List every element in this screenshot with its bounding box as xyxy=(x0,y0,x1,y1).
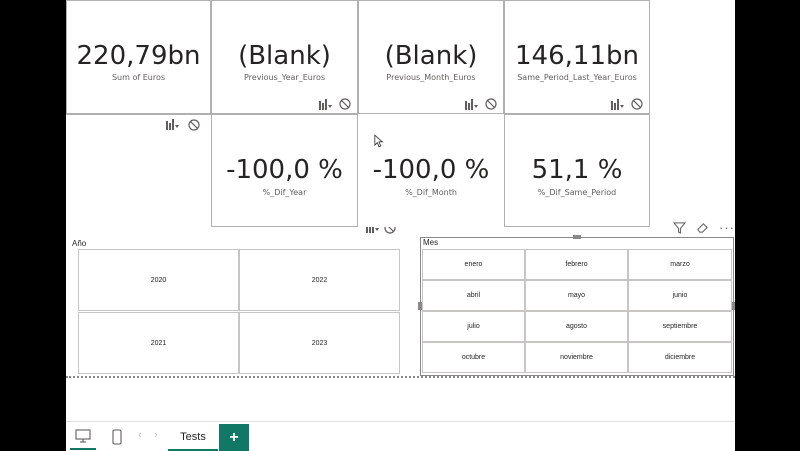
desktop-view-button[interactable] xyxy=(70,424,96,450)
year-slicer-item[interactable]: 2020 xyxy=(78,249,239,311)
card-label: %_Dif_Month xyxy=(405,188,457,197)
drill-bars-icon[interactable] xyxy=(465,98,479,110)
prev-page-button[interactable]: ‹ xyxy=(138,429,142,441)
month-slicer-item[interactable]: julio xyxy=(422,311,525,342)
card-label: Previous_Month_Euros xyxy=(386,73,476,82)
visual-header: ··· xyxy=(673,220,735,235)
month-slicer: enero febrero marzo abril mayo junio jul… xyxy=(422,249,732,373)
card-label: Sum of Euros xyxy=(111,73,166,82)
year-slicer-item[interactable]: 2023 xyxy=(239,312,400,374)
next-page-button[interactable]: › xyxy=(154,429,158,441)
add-page-button[interactable]: + xyxy=(219,424,249,451)
month-slicer-item[interactable]: octubre xyxy=(422,342,525,373)
filter-icon[interactable] xyxy=(673,221,686,234)
year-slicer: 2020 2022 2021 2023 xyxy=(78,249,400,375)
card-dif-month[interactable]: -100,0 % %_Dif_Month xyxy=(358,114,504,227)
month-slicer-item[interactable]: febrero xyxy=(525,249,628,280)
card-controls xyxy=(166,119,200,131)
desktop-view-icon xyxy=(75,429,91,443)
cursor-icon xyxy=(374,134,384,148)
no-entry-icon[interactable] xyxy=(188,119,200,131)
month-slicer-item[interactable]: enero xyxy=(422,249,525,280)
no-entry-icon[interactable] xyxy=(631,98,643,110)
eraser-icon[interactable] xyxy=(696,221,709,234)
card-value: (Blank) xyxy=(238,41,331,71)
drill-bars-icon[interactable] xyxy=(166,119,180,130)
year-slicer-item[interactable]: 2021 xyxy=(78,312,239,374)
card-value: -100,0 % xyxy=(372,155,490,185)
card-label: %_Dif_Same_Period xyxy=(537,188,617,197)
card-label: Previous_Year_Euros xyxy=(243,73,326,82)
card-divider xyxy=(66,114,211,115)
year-slicer-title: Año xyxy=(72,239,87,248)
card-value: 51,1 % xyxy=(531,155,623,185)
card-previous-month[interactable]: (Blank) Previous_Month_Euros xyxy=(358,0,504,114)
card-label: Same_Period_Last_Year_Euros xyxy=(517,73,637,82)
card-value: (Blank) xyxy=(384,41,478,71)
month-slicer-item[interactable]: mayo xyxy=(525,280,628,311)
mobile-view-button[interactable] xyxy=(106,424,128,450)
card-dif-year[interactable]: -100,0 % %_Dif_Year xyxy=(211,114,358,227)
page-tab-bar: ‹ › Tests + xyxy=(66,421,735,451)
mobile-view-icon xyxy=(112,429,122,445)
no-entry-icon[interactable] xyxy=(485,98,497,110)
card-sum-euros[interactable]: 220,79bn Sum of Euros xyxy=(66,0,211,114)
month-slicer-item[interactable]: abril xyxy=(422,280,525,311)
drill-bars-icon[interactable] xyxy=(611,98,625,110)
month-slicer-item[interactable]: diciembre xyxy=(628,342,732,373)
month-slicer-title: Mes xyxy=(423,238,439,247)
no-entry-icon[interactable] xyxy=(339,98,351,110)
page-tab-label: Tests xyxy=(180,430,206,443)
month-slicer-item[interactable]: agosto xyxy=(525,311,628,342)
card-value: -100,0 % xyxy=(226,155,343,185)
card-controls xyxy=(611,98,643,110)
report-canvas: 220,79bn Sum of Euros (Blank) Previous_Y… xyxy=(66,0,735,451)
page-tab-tests[interactable]: Tests xyxy=(168,424,218,451)
month-slicer-item[interactable]: septiembre xyxy=(628,311,732,342)
more-options-icon[interactable]: ··· xyxy=(719,220,735,235)
page-boundary xyxy=(66,376,735,378)
card-dif-same-period[interactable]: 51,1 % %_Dif_Same_Period xyxy=(504,114,650,227)
card-value: 146,11bn xyxy=(515,41,639,71)
card-label: %_Dif_Year xyxy=(262,188,307,197)
year-slicer-item[interactable]: 2022 xyxy=(239,249,400,311)
card-controls xyxy=(465,98,497,110)
month-slicer-item[interactable]: marzo xyxy=(628,249,732,280)
month-slicer-item[interactable]: noviembre xyxy=(525,342,628,373)
resize-handle[interactable] xyxy=(573,235,581,239)
card-controls xyxy=(319,98,351,110)
drill-bars-icon[interactable] xyxy=(319,98,333,110)
card-same-period[interactable]: 146,11bn Same_Period_Last_Year_Euros xyxy=(504,0,650,114)
month-slicer-item[interactable]: junio xyxy=(628,280,732,311)
add-page-icon: + xyxy=(229,429,239,446)
card-value: 220,79bn xyxy=(76,41,201,71)
card-previous-year[interactable]: (Blank) Previous_Year_Euros xyxy=(211,0,358,114)
